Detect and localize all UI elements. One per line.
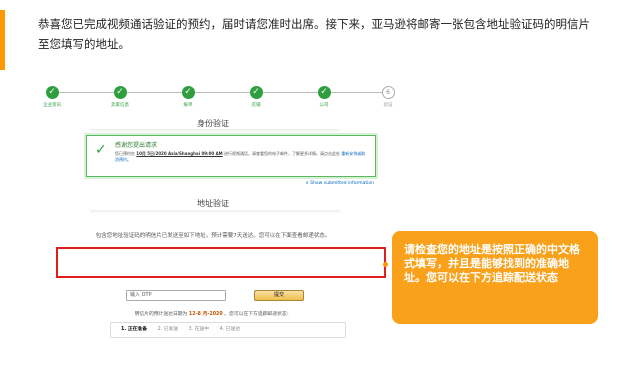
notice-body: 您已预约在 10月 5日/2020 Asia/Shanghai 09:00 AM…	[115, 151, 369, 163]
notice-body-prefix: 您已预约在	[115, 151, 135, 156]
check-icon: ✓	[249, 86, 263, 99]
step-2: ✓ 卖家信息	[104, 84, 136, 108]
step-3: ✓ 账单	[172, 84, 204, 108]
identity-section-title: 身份验证	[197, 119, 229, 128]
verification-screenshot: ✓ 企业资讯 ✓ 卖家信息 ✓ 账单 ✓ 店铺 ✓ 公司 6 验证 身份验证 ✓…	[30, 82, 396, 352]
otp-submit-button[interactable]: 提交	[254, 290, 304, 301]
address-highlight-box	[56, 247, 386, 278]
progress-line	[52, 92, 392, 93]
notice-title: 感谢您提出请求	[115, 142, 158, 149]
show-submitted-info-link[interactable]: ∨ Show submitted information	[305, 181, 374, 186]
intro-text: 恭喜您已完成视频通话验证的预约，届时请您准时出席。接下来，亚马逊将邮寄一张包含地…	[38, 17, 590, 51]
check-icon: ✓	[181, 86, 195, 99]
otp-input[interactable]: 输入 OTP	[126, 290, 226, 301]
tracking-step: 1. 正在准备	[121, 327, 148, 332]
step-1: ✓ 企业资讯	[36, 84, 68, 108]
step-4: ✓ 店铺	[240, 84, 272, 108]
step-label: 验证	[383, 103, 393, 108]
check-icon: ✓	[317, 86, 331, 99]
progress-steps: ✓ 企业资讯 ✓ 卖家信息 ✓ 账单 ✓ 店铺 ✓ 公司 6 验证	[42, 84, 395, 110]
tracking-step: 3. 在途中	[188, 327, 210, 332]
divider	[90, 129, 340, 133]
step-5: ✓ 公司	[308, 84, 340, 108]
confirmation-notice: ✓ 感谢您提出请求 您已预约在 10月 5日/2020 Asia/Shangha…	[86, 135, 376, 177]
step-number: 6	[381, 86, 395, 99]
check-icon: ✓	[113, 86, 127, 99]
tracking-step: 2. 已发送	[157, 327, 179, 332]
address-section-title: 地址验证	[197, 199, 229, 208]
step-label: 账单	[183, 103, 193, 108]
address-description: 包含您地址验证码的明信片已发送至如下地址，预计需要7天送达。您可以在下面查看邮递…	[95, 233, 331, 239]
accent-bar	[0, 10, 5, 70]
booked-time: 10月 5日/2020 Asia/Shanghai 09:00 AM	[136, 151, 223, 156]
callout-connector-dot	[383, 262, 388, 267]
divider	[90, 210, 340, 214]
notice-body-suffix: 进行视频通话。请查看您的电子邮件，了解更多详情。请点击此处	[223, 151, 340, 156]
tip-callout: 请检查您的地址是按照正确的中文格式填写，并且是能够找到的准确地址。您可以在下方追…	[392, 231, 598, 324]
tracking-step: 4. 已送达	[219, 327, 241, 332]
delivery-eta: 明信片的预计送达日期为 12-8 月-2020 。您可以在下方追踪邮递状态：	[30, 310, 396, 317]
step-6: 6 验证	[372, 84, 404, 108]
check-icon: ✓	[45, 86, 59, 99]
eta-prefix: 明信片的预计送达日期为	[134, 312, 188, 317]
eta-date: 12-8 月-2020	[188, 312, 223, 317]
eta-suffix: 。您可以在下方追踪邮递状态：	[224, 312, 292, 317]
tracking-status-bar: 1. 正在准备 2. 已发送 3. 在途中 4. 已送达	[110, 322, 346, 338]
step-label: 公司	[319, 103, 329, 108]
checkmark-icon: ✓	[95, 142, 107, 158]
step-label: 店铺	[251, 103, 261, 108]
step-label: 企业资讯	[43, 103, 61, 108]
step-label: 卖家信息	[111, 103, 129, 108]
